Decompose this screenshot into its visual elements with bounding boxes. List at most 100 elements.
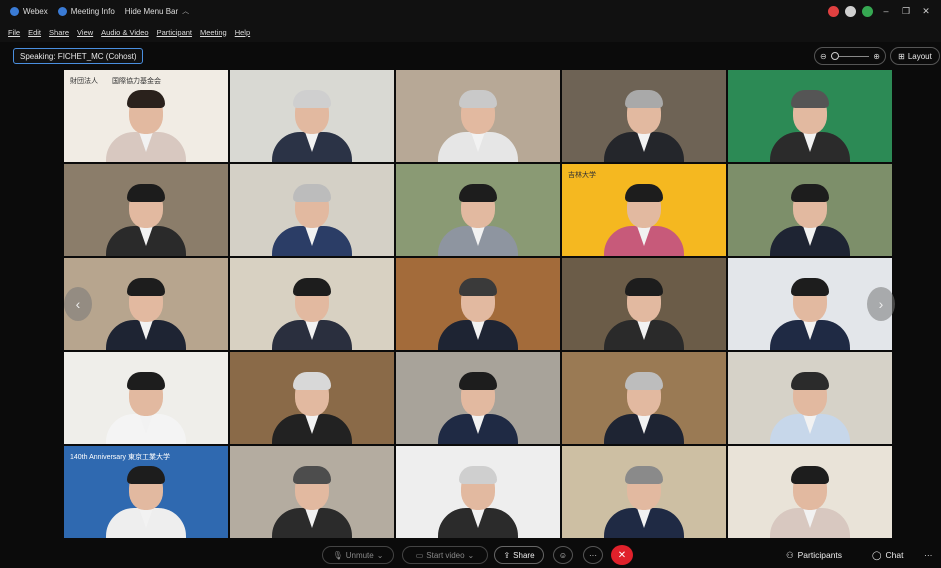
- participant-video-tile[interactable]: 吉林大学: [562, 164, 726, 256]
- participant-video-tile[interactable]: [728, 70, 892, 162]
- chat-button[interactable]: ◯ Chat: [872, 546, 903, 564]
- participant-video: [599, 364, 689, 444]
- meeting-toolbar: 🎙 Unmute ⌄ ▭ Start video ⌄ ⇪ Share ☺ ···…: [0, 542, 941, 568]
- video-grid: 財団法人 国際協力基金会 吉林大学 140th Anniversary 東京工業…: [64, 70, 895, 540]
- menu-file[interactable]: File: [8, 28, 20, 37]
- participant-hair: [293, 278, 331, 296]
- menu-view[interactable]: View: [77, 28, 93, 37]
- window-controls: – ❐ ✕: [828, 5, 933, 17]
- participant-video-tile[interactable]: [230, 164, 394, 256]
- participant-video-tile[interactable]: [396, 70, 560, 162]
- participant-video: [433, 82, 523, 162]
- participant-video: [433, 176, 523, 256]
- menu-help[interactable]: Help: [235, 28, 250, 37]
- layout-button[interactable]: ⊞ Layout: [890, 47, 940, 65]
- avatar[interactable]: [862, 5, 873, 17]
- participant-video-tile[interactable]: [396, 258, 560, 350]
- menu-audio-video[interactable]: Audio & Video: [101, 28, 148, 37]
- participant-hair: [459, 372, 497, 390]
- menu-bar: File Edit Share View Audio & Video Parti…: [0, 22, 941, 42]
- participant-hair: [625, 184, 663, 202]
- participant-video-tile[interactable]: [728, 352, 892, 444]
- microphone-muted-icon: 🎙: [332, 550, 343, 560]
- unmute-button[interactable]: 🎙 Unmute ⌄: [322, 546, 394, 564]
- participant-video-tile[interactable]: [230, 258, 394, 350]
- participant-video-tile[interactable]: [728, 446, 892, 538]
- participant-video-tile[interactable]: [728, 164, 892, 256]
- app-name: Webex: [10, 6, 48, 16]
- zoom-out-icon[interactable]: ⊖: [820, 52, 827, 61]
- participant-video-tile[interactable]: [230, 352, 394, 444]
- participant-video-tile[interactable]: [562, 70, 726, 162]
- participant-video: [101, 270, 191, 350]
- participant-hair: [127, 372, 165, 390]
- participant-video-tile[interactable]: [562, 258, 726, 350]
- participant-hair: [791, 90, 829, 108]
- participant-video-tile[interactable]: [64, 352, 228, 444]
- more-panel-button[interactable]: ···: [924, 546, 933, 564]
- participant-hair: [459, 466, 497, 484]
- participant-video-tile[interactable]: [396, 164, 560, 256]
- close-button[interactable]: ✕: [919, 6, 933, 17]
- zoom-slider[interactable]: ⊖ ⊕: [814, 47, 886, 65]
- participant-video: [433, 364, 523, 444]
- zoom-track[interactable]: [830, 51, 870, 60]
- previous-page-button[interactable]: ‹: [64, 287, 92, 321]
- participant-hair: [127, 278, 165, 296]
- participant-video-tile[interactable]: [230, 70, 394, 162]
- participant-video-tile[interactable]: [396, 352, 560, 444]
- participant-video: [101, 176, 191, 256]
- menu-participant[interactable]: Participant: [157, 28, 192, 37]
- participant-hair: [791, 466, 829, 484]
- participant-video: [267, 176, 357, 256]
- participant-video: [765, 270, 855, 350]
- participant-video: [765, 364, 855, 444]
- participant-video: [765, 458, 855, 538]
- participant-hair: [791, 184, 829, 202]
- info-icon: [57, 6, 67, 16]
- background-sign-text: 吉林大学: [568, 172, 596, 179]
- recording-icon[interactable]: [828, 5, 839, 17]
- chevron-up-icon: ︿: [182, 8, 190, 15]
- participant-hair: [293, 184, 331, 202]
- restore-button[interactable]: ❐: [899, 6, 913, 17]
- participant-hair: [293, 372, 331, 390]
- hide-menu-bar-button[interactable]: Hide Menu Bar ︿: [125, 6, 189, 16]
- zoom-knob[interactable]: [830, 51, 839, 60]
- reactions-button[interactable]: ☺: [553, 546, 573, 564]
- participant-hair: [293, 466, 331, 484]
- zoom-in-icon[interactable]: ⊕: [873, 52, 880, 61]
- next-page-button[interactable]: ›: [867, 287, 895, 321]
- participant-video: [765, 82, 855, 162]
- start-video-button[interactable]: ▭ Start video ⌄: [402, 546, 488, 564]
- share-button[interactable]: ⇪ Share: [494, 546, 544, 564]
- participant-hair: [459, 90, 497, 108]
- participant-hair: [625, 278, 663, 296]
- participant-video-tile[interactable]: [562, 352, 726, 444]
- participant-video-tile[interactable]: 140th Anniversary 東京工業大学: [64, 446, 228, 538]
- participant-video-tile[interactable]: [396, 446, 560, 538]
- minimize-button[interactable]: –: [879, 6, 893, 16]
- meeting-info-button[interactable]: Meeting Info: [57, 6, 115, 16]
- status-icon[interactable]: [845, 5, 856, 17]
- menu-share[interactable]: Share: [49, 28, 69, 37]
- chevron-down-icon: ⌄: [376, 550, 384, 560]
- participant-hair: [293, 90, 331, 108]
- participant-video-tile[interactable]: [230, 446, 394, 538]
- end-meeting-button[interactable]: ✕: [611, 545, 633, 565]
- participant-video-tile[interactable]: [64, 164, 228, 256]
- participants-button[interactable]: ⚇ Participants: [786, 546, 842, 564]
- participant-video: [267, 270, 357, 350]
- chevron-down-icon: ⌄: [467, 550, 475, 560]
- participant-video: [433, 458, 523, 538]
- participant-hair: [625, 466, 663, 484]
- participant-video: [101, 82, 191, 162]
- participants-icon: ⚇: [786, 549, 794, 560]
- menu-meeting[interactable]: Meeting: [200, 28, 227, 37]
- participant-video-tile[interactable]: 財団法人 国際協力基金会: [64, 70, 228, 162]
- webex-logo-icon: [10, 6, 19, 16]
- participant-video: [599, 82, 689, 162]
- more-options-button[interactable]: ···: [583, 546, 603, 564]
- menu-edit[interactable]: Edit: [28, 28, 41, 37]
- participant-video-tile[interactable]: [562, 446, 726, 538]
